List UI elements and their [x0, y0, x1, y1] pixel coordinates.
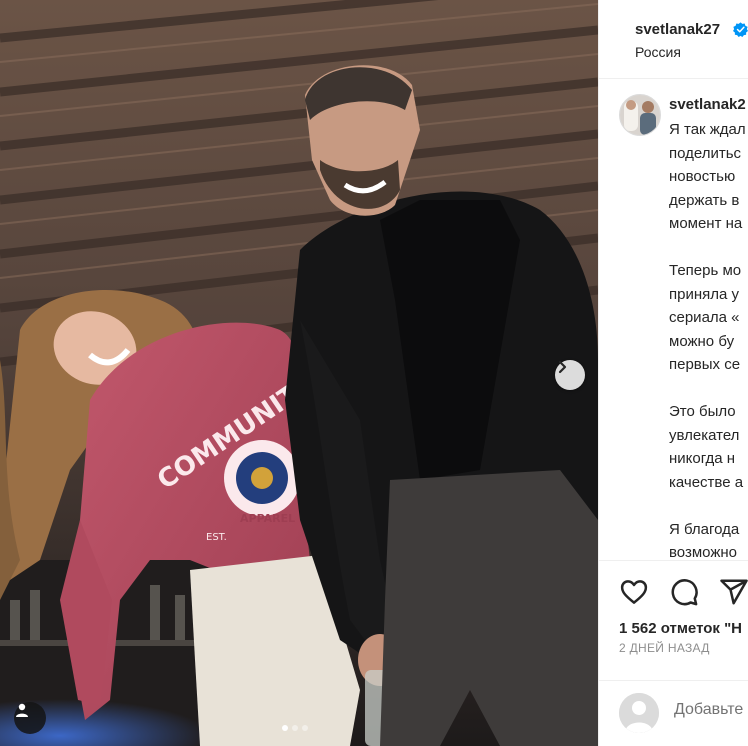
share-icon[interactable] — [719, 577, 748, 607]
default-avatar-icon — [619, 693, 659, 733]
post-timestamp[interactable]: 2 ДНЕЙ НАЗАД — [619, 641, 710, 655]
caption-paragraph: Я так ждал поделитьс новостью держать в … — [669, 121, 746, 232]
add-comment-row — [599, 680, 748, 746]
user-icon — [16, 703, 28, 717]
post-header: svetlanak27 Россия — [599, 0, 748, 79]
carousel-next-button[interactable] — [555, 360, 585, 390]
likes-count-link[interactable]: 1 562 отметок "Н — [619, 620, 742, 637]
carousel-dot — [282, 725, 288, 731]
avatar[interactable] — [619, 94, 661, 136]
header-username-link[interactable]: svetlanak27 — [635, 21, 720, 38]
caption-paragraph: Это было увлекател никогда н качестве а — [669, 403, 744, 491]
post-photo[interactable]: COMMUNITY APPAREL EST. — [0, 0, 598, 746]
heart-icon[interactable] — [619, 577, 649, 607]
avatar-image — [620, 95, 660, 135]
caption-paragraph: Я благода возможно съемочно — [669, 520, 740, 561]
location-link[interactable]: Россия — [635, 44, 681, 60]
comment-input[interactable] — [674, 701, 748, 719]
verified-badge-icon — [733, 22, 748, 37]
caption-username-link[interactable]: svetlanak2 — [669, 96, 746, 113]
comment-icon[interactable] — [669, 577, 699, 607]
tagged-users-button[interactable] — [14, 702, 46, 734]
svg-text:EST.: EST. — [206, 532, 227, 543]
caption-text: Я так ждал поделитьс новостью держать в … — [669, 118, 748, 560]
post-image: COMMUNITY APPAREL EST. — [0, 0, 598, 746]
carousel-dot — [302, 725, 308, 731]
carousel-indicator — [282, 725, 308, 731]
svg-text:APPAREL: APPAREL — [240, 512, 295, 525]
current-user-avatar — [619, 693, 659, 733]
post-side-panel: svetlanak27 Россия svetlanak2 Я так ждал… — [598, 0, 748, 746]
carousel-dot — [292, 725, 298, 731]
caption-paragraph: Теперь мо приняла у сериала « можно бу п… — [669, 262, 742, 373]
chevron-right-icon — [558, 360, 567, 374]
